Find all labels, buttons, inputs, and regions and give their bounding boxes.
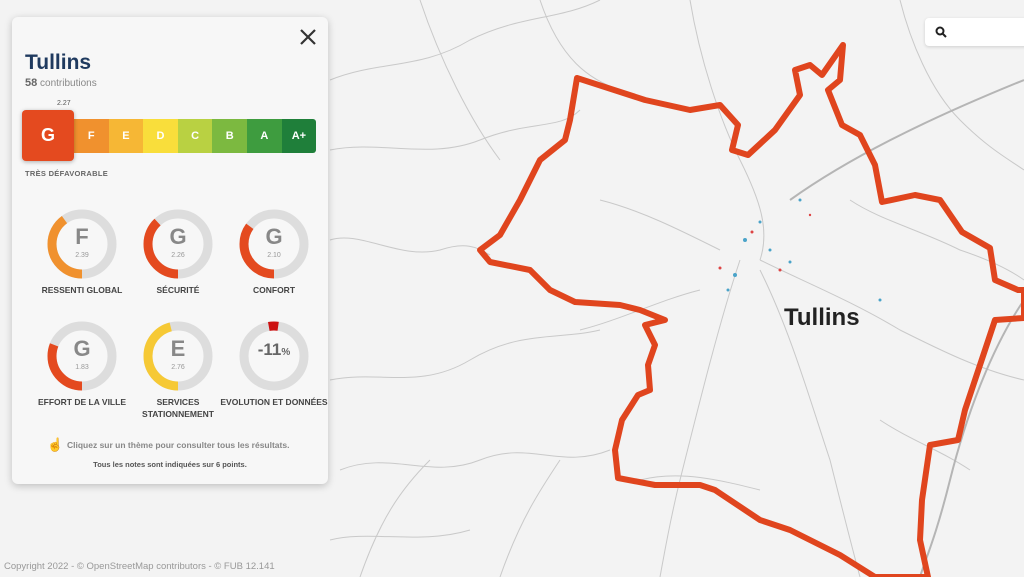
gauge-grade: F — [75, 224, 89, 249]
theme-gauge-2[interactable]: G 2.26 SÉCURITÉ — [132, 204, 213, 314]
gauge-grade: G — [169, 224, 187, 249]
hint-text-label: Cliquez sur un thème pour consulter tous… — [67, 440, 290, 450]
map-search-box[interactable] — [925, 18, 1024, 46]
contributions-number: 58 — [25, 77, 38, 89]
gauge-grade: G — [265, 224, 283, 249]
gauge-score: 1.83 — [75, 364, 89, 371]
grade-cell-a: A — [247, 119, 282, 153]
overall-verdict: TRÈS DÉFAVORABLE — [25, 169, 109, 178]
theme-gauge-5[interactable]: E 2.76 SERVICES STATIONNEMENT — [132, 316, 214, 426]
theme-gauge-3[interactable]: G 2.10 CONFORT — [228, 204, 309, 314]
city-title: Tullins — [25, 51, 92, 74]
theme-gauge-1[interactable]: F 2.39 RESSENTI GLOBAL — [36, 204, 122, 314]
evolution-value: -11 — [257, 340, 282, 359]
grade-cell-e: E — [108, 119, 144, 153]
hint-text: Cliquez sur un thème pour consulter tous… — [67, 440, 289, 450]
theme-gauge-6[interactable]: -11% EVOLUTION ET DONNÉES — [220, 316, 328, 426]
search-input[interactable] — [953, 22, 1024, 42]
city-summary-panel: Tullins 58 contributions 2.27 F E D C B A A+ G… — [12, 17, 328, 484]
close-icon[interactable] — [298, 27, 318, 47]
gauge-grade: -11% — [228, 340, 320, 360]
theme-gauge-4[interactable]: G 1.83 EFFORT DE LA VILLE — [36, 316, 126, 426]
map-city-label: Tullins — [784, 304, 860, 331]
pointer-hand-icon: ☝ — [47, 437, 64, 452]
contributions-label: contributions — [40, 78, 97, 89]
gauge-score: 2.26 — [171, 252, 185, 259]
grade-cell-c: C — [177, 119, 213, 153]
grade-cell-d: D — [143, 119, 178, 153]
search-icon — [935, 26, 947, 38]
overall-grade-badge: G — [22, 110, 74, 161]
gauge-score: 2.10 — [267, 252, 281, 259]
gauge-score: 2.39 — [75, 252, 89, 259]
gauge-score: 2.76 — [171, 364, 185, 371]
gauge-label: CONFORT — [252, 285, 296, 295]
scale-note: Tous les notes sont indiquées sur 6 poin… — [93, 460, 247, 469]
gauge-grade: E — [170, 336, 186, 361]
overall-score: 2.27 — [57, 100, 71, 107]
gauge-grade: G — [73, 336, 91, 361]
grade-cell-b: B — [212, 119, 247, 153]
gauge-label: EVOLUTION ET DONNÉES — [220, 397, 328, 407]
grade-cell-aplus: A+ — [281, 119, 317, 153]
map-attribution: Copyright 2022 - © OpenStreetMap contrib… — [4, 561, 275, 572]
evolution-unit: % — [281, 347, 291, 358]
contributions-count: 58 contributions — [25, 77, 97, 89]
grade-cell-f: F — [74, 119, 109, 153]
